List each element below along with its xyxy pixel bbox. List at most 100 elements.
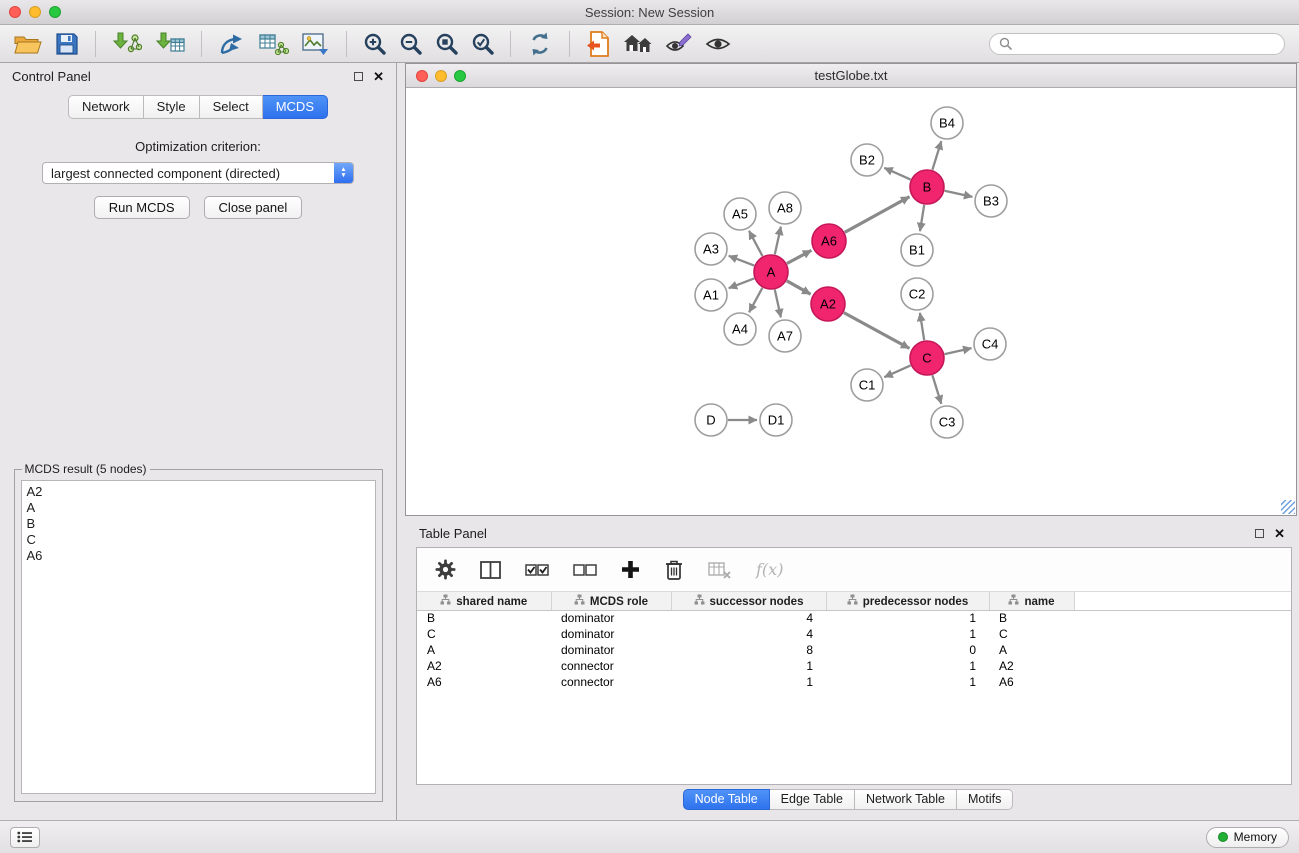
graph-node-B4[interactable]: B4 (931, 107, 963, 139)
float-table-panel-icon[interactable] (1255, 529, 1264, 538)
table-cell[interactable]: 1 (826, 674, 989, 690)
mcds-result-item[interactable]: A (27, 500, 370, 516)
graph-node-A4[interactable]: A4 (724, 313, 756, 345)
function-builder-icon[interactable]: f(x) (756, 560, 783, 579)
table-cell[interactable]: dominator (551, 626, 671, 642)
graph-edge-A-A5[interactable] (749, 231, 763, 256)
column-header-predecessor-nodes[interactable]: predecessor nodes (826, 592, 989, 610)
graph-node-D[interactable]: D (695, 404, 727, 436)
table-tab-network-table[interactable]: Network Table (855, 789, 957, 810)
column-header-name[interactable]: name (989, 592, 1074, 610)
close-table-panel-icon[interactable]: ✕ (1274, 527, 1285, 540)
table-cell[interactable]: 0 (826, 642, 989, 658)
window-resize-handle[interactable] (1281, 500, 1295, 514)
network-minimize-button[interactable] (435, 70, 447, 82)
table-cell[interactable]: A (417, 642, 551, 658)
graph-edge-C-C2[interactable] (920, 313, 924, 340)
control-tab-select[interactable]: Select (200, 95, 263, 119)
graph-node-C1[interactable]: C1 (851, 369, 883, 401)
table-row[interactable]: Bdominator41B (417, 610, 1291, 626)
zoom-window-button[interactable] (49, 6, 61, 18)
graph-node-C2[interactable]: C2 (901, 278, 933, 310)
table-cell[interactable]: 1 (671, 658, 826, 674)
graph-edge-A-A3[interactable] (729, 256, 755, 266)
table-tab-node-table[interactable]: Node Table (683, 789, 770, 810)
zoom-in-icon[interactable] (363, 32, 386, 55)
eye-icon[interactable] (705, 32, 731, 56)
status-menu-button[interactable] (10, 827, 40, 848)
graphics-details-eye-brush-icon[interactable] (666, 32, 692, 56)
graph-edge-A2-C[interactable] (844, 313, 910, 349)
graph-node-A6[interactable]: A6 (812, 224, 846, 258)
table-tab-edge-table[interactable]: Edge Table (770, 789, 855, 810)
graph-node-D1[interactable]: D1 (760, 404, 792, 436)
delete-row-trash-icon[interactable] (664, 559, 684, 581)
table-cell[interactable]: 1 (671, 674, 826, 690)
control-tab-mcds[interactable]: MCDS (263, 95, 328, 119)
minimize-window-button[interactable] (29, 6, 41, 18)
graph-edge-B-B3[interactable] (945, 191, 973, 197)
table-row[interactable]: Adominator80A (417, 642, 1291, 658)
optimization-criterion-select[interactable]: largest connected component (directed) ▲… (42, 162, 354, 184)
memory-button[interactable]: Memory (1206, 827, 1289, 848)
graph-node-B3[interactable]: B3 (975, 185, 1007, 217)
mcds-result-item[interactable]: A2 (27, 484, 370, 500)
table-cell[interactable]: C (417, 626, 551, 642)
control-tab-network[interactable]: Network (68, 95, 144, 119)
table-settings-gear-icon[interactable] (435, 559, 456, 580)
graph-edge-A-A2[interactable] (787, 281, 811, 294)
table-row[interactable]: Cdominator41C (417, 626, 1291, 642)
select-all-icon[interactable] (525, 561, 549, 579)
table-cell[interactable]: connector (551, 658, 671, 674)
network-close-button[interactable] (416, 70, 428, 82)
graph-node-C3[interactable]: C3 (931, 406, 963, 438)
table-cell[interactable]: 1 (826, 626, 989, 642)
table-cell[interactable]: A2 (989, 658, 1074, 674)
graph-node-B[interactable]: B (910, 170, 944, 204)
graph-edge-A-A4[interactable] (749, 288, 762, 313)
open-folder-icon[interactable] (14, 33, 42, 55)
network-canvas[interactable]: B4B2BB3A8A5A6A3B1AC2A1A2A4A7C4CC1DD1C3 (406, 88, 1296, 515)
table-cell[interactable]: A2 (417, 658, 551, 674)
first-neighbors-icon[interactable] (218, 32, 246, 56)
graph-node-A3[interactable]: A3 (695, 233, 727, 265)
table-cell[interactable]: 4 (671, 610, 826, 626)
search-input[interactable] (1017, 37, 1275, 51)
table-cell[interactable]: 1 (826, 610, 989, 626)
graph-edge-A-A7[interactable] (775, 290, 781, 318)
graph-node-A5[interactable]: A5 (724, 198, 756, 230)
float-panel-icon[interactable] (354, 72, 363, 81)
table-cell[interactable]: dominator (551, 610, 671, 626)
table-cell[interactable]: 8 (671, 642, 826, 658)
close-window-button[interactable] (9, 6, 21, 18)
table-cell[interactable]: A6 (417, 674, 551, 690)
table-cell[interactable]: 4 (671, 626, 826, 642)
mcds-result-item[interactable]: A6 (27, 548, 370, 564)
home-panels-icon[interactable] (623, 32, 653, 56)
table-tab-motifs[interactable]: Motifs (957, 789, 1013, 810)
graph-edge-B-B2[interactable] (884, 168, 910, 180)
graph-edge-A6-B[interactable] (845, 197, 910, 233)
zoom-out-icon[interactable] (399, 32, 422, 55)
table-cell[interactable]: connector (551, 674, 671, 690)
export-image-icon[interactable] (302, 32, 330, 56)
add-row-icon[interactable] (621, 560, 640, 579)
mcds-result-item[interactable]: C (27, 532, 370, 548)
graph-node-B2[interactable]: B2 (851, 144, 883, 176)
graph-edge-A-A8[interactable] (775, 227, 781, 255)
graph-edge-A-A1[interactable] (729, 278, 755, 288)
network-zoom-button[interactable] (454, 70, 466, 82)
control-tab-style[interactable]: Style (144, 95, 200, 119)
graph-edge-B-B4[interactable] (932, 141, 941, 170)
save-icon[interactable] (55, 32, 79, 56)
graph-node-A8[interactable]: A8 (769, 192, 801, 224)
unselect-all-icon[interactable] (573, 561, 597, 579)
column-header-successor-nodes[interactable]: successor nodes (671, 592, 826, 610)
zoom-fit-icon[interactable] (435, 32, 458, 55)
graph-edge-C-C1[interactable] (884, 365, 910, 377)
graph-edge-C-C4[interactable] (945, 348, 972, 354)
graph-edge-C-C3[interactable] (932, 375, 941, 404)
delete-columns-icon[interactable] (708, 560, 732, 580)
table-cell[interactable]: B (989, 610, 1074, 626)
show-column-icon[interactable] (480, 560, 501, 580)
